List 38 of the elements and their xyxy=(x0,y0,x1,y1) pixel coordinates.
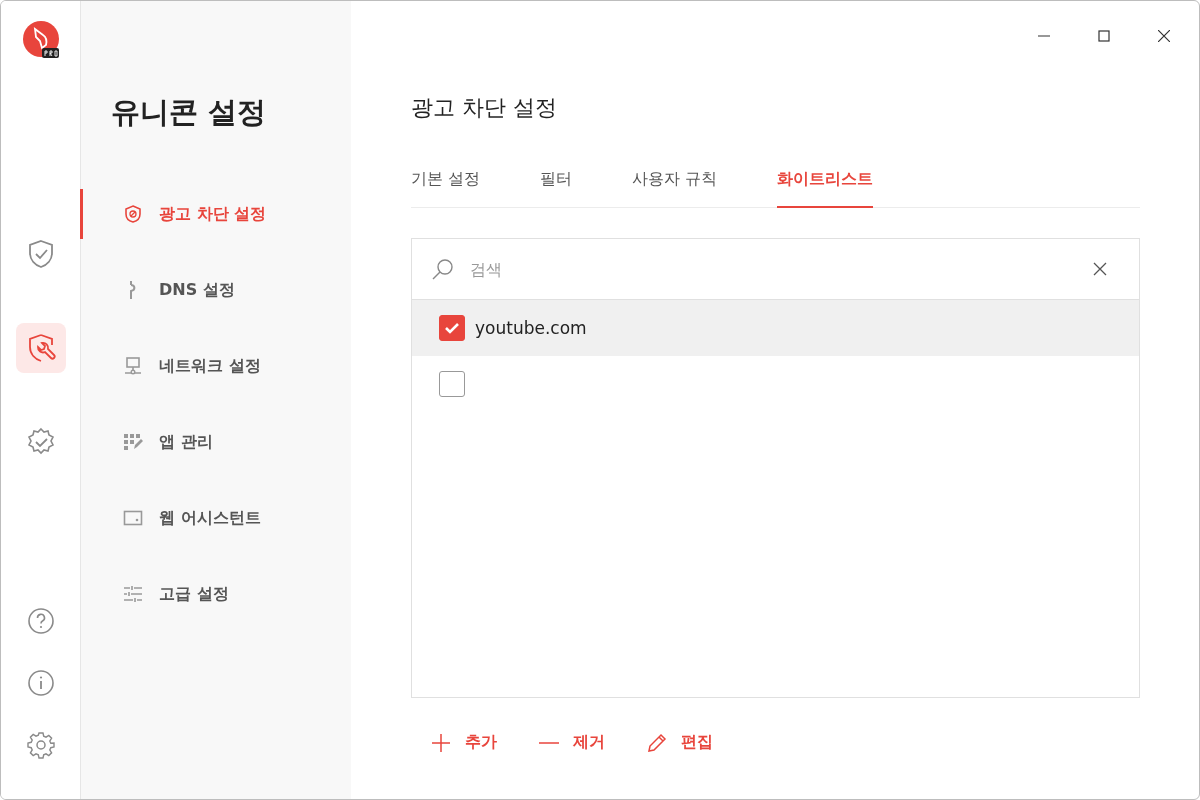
tab[interactable]: 사용자 규칙 xyxy=(632,169,718,208)
search-icon xyxy=(432,258,454,280)
sliders-icon xyxy=(123,584,143,604)
apps-icon xyxy=(123,432,143,452)
minus-icon xyxy=(539,741,559,744)
web-icon xyxy=(123,508,143,528)
sidebar-item[interactable]: DNS 설정 xyxy=(80,265,351,315)
tab[interactable]: 필터 xyxy=(540,169,573,208)
sidebar-item[interactable]: 네트워크 설정 xyxy=(80,341,351,391)
list-row[interactable]: youtube.com xyxy=(412,300,1139,356)
clear-icon[interactable] xyxy=(1093,262,1107,276)
checkbox[interactable] xyxy=(439,371,465,397)
sidebar-title: 유니콘 설정 xyxy=(111,94,268,131)
sidebar-item[interactable]: 웹 어시스턴트 xyxy=(80,493,351,543)
tab[interactable]: 화이트리스트 xyxy=(777,169,874,208)
sidebar-item[interactable]: 고급 설정 xyxy=(80,569,351,619)
tab[interactable]: 기본 설정 xyxy=(411,169,481,208)
plus-icon xyxy=(431,732,451,753)
settings-icon[interactable] xyxy=(26,731,55,759)
sidebar-item[interactable]: 앱 관리 xyxy=(80,417,351,467)
pencil-icon xyxy=(647,732,667,753)
checkmark-icon xyxy=(444,320,460,336)
help-icon[interactable] xyxy=(26,607,55,635)
page-title: 광고 차단 설정 xyxy=(411,94,558,122)
close-icon xyxy=(1158,30,1170,42)
remove-button[interactable]: 제거 xyxy=(539,732,605,753)
maximize-icon xyxy=(1098,30,1110,42)
rail-button[interactable] xyxy=(15,323,66,373)
checkbox[interactable] xyxy=(439,315,465,341)
edit-button[interactable]: 편집 xyxy=(647,732,713,753)
network-icon xyxy=(123,356,143,376)
add-button[interactable]: 추가 xyxy=(431,732,497,753)
domain-text: youtube.com xyxy=(475,318,587,338)
sidebar-item[interactable]: 광고 차단 설정 xyxy=(80,189,351,239)
search-field[interactable]: 검색 xyxy=(468,258,1079,280)
info-icon[interactable] xyxy=(26,669,55,697)
shield-icon xyxy=(123,204,143,224)
unicorn-logo xyxy=(22,21,59,59)
